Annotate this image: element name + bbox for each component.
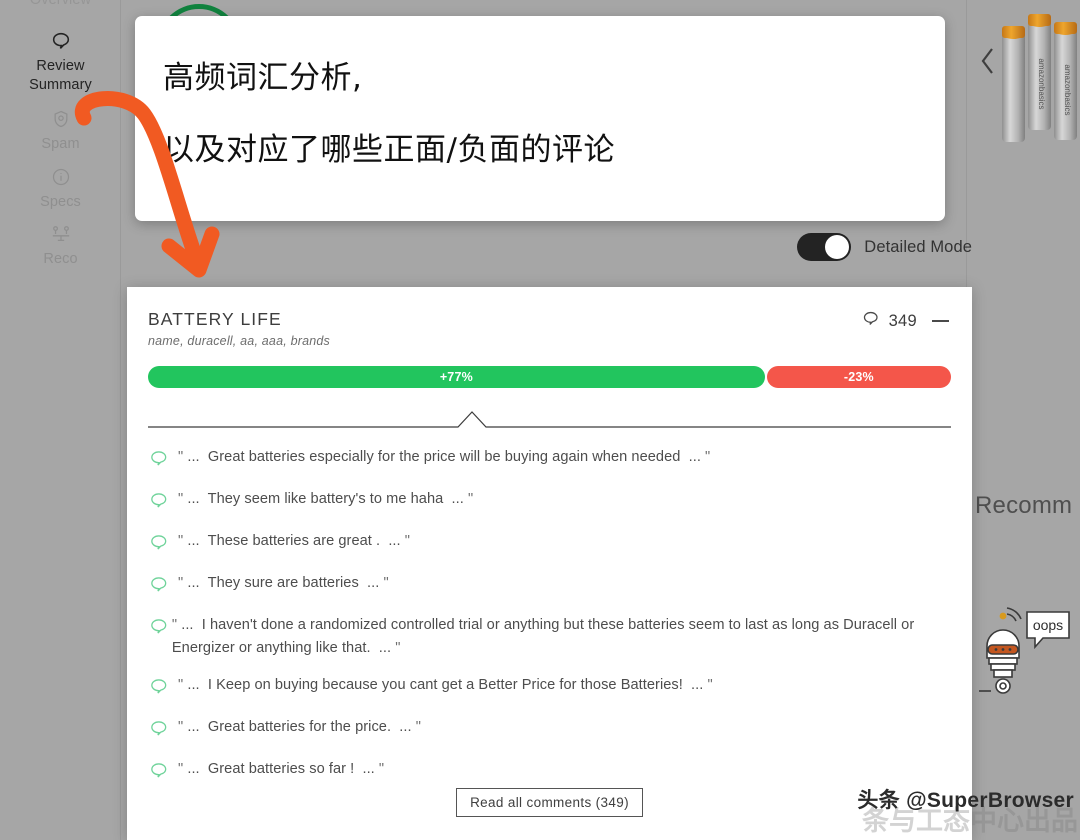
sidebar-item-specs[interactable]: Specs xyxy=(0,158,121,218)
quote-row[interactable]: " ... Great batteries so far ! ... " xyxy=(148,758,948,786)
quote-text: " ... I Keep on buying because you cant … xyxy=(178,677,713,693)
quote-row[interactable]: " ... Great batteries especially for the… xyxy=(148,446,948,474)
sidebar-item-label: Overview xyxy=(29,0,92,8)
quote-row[interactable]: " ... I haven't done a randomized contro… xyxy=(148,614,948,660)
read-all-comments-button[interactable]: Read all comments (349) xyxy=(456,788,643,817)
quote-list: " ... Great batteries especially for the… xyxy=(127,428,972,786)
quote-row[interactable]: " ... They seem like battery's to me hah… xyxy=(148,488,948,516)
detailed-mode-toggle[interactable] xyxy=(797,233,852,261)
sidebar-item-label: Reco xyxy=(43,251,78,267)
left-sidebar: Overview Review Summary Spam Specs Reco xyxy=(0,0,121,840)
comment-icon xyxy=(148,530,178,558)
quote-text: " ... They seem like battery's to me hah… xyxy=(178,491,474,507)
sidebar-item-label: Review Summary xyxy=(29,58,92,93)
sentiment-positive[interactable]: +77% xyxy=(148,366,765,388)
sidebar-item-label: Specs xyxy=(40,194,81,210)
sidebar-item-label: Spam xyxy=(41,136,80,152)
detailed-mode-row: Detailed Mode xyxy=(797,233,972,261)
watermark: 头条 @SuperBrowser xyxy=(857,789,1074,812)
card-subtitle: name, duracell, aa, aaa, brands xyxy=(148,334,331,348)
sidebar-item-review-summary[interactable]: Review Summary xyxy=(0,22,121,101)
comment-icon xyxy=(148,716,178,744)
quote-text: " ... These batteries are great . ... " xyxy=(178,533,410,549)
divider-with-notch xyxy=(148,410,951,428)
product-image[interactable]: amazonbasics amazonbasics xyxy=(980,6,1080,162)
annotation-line-2: 以及对应了哪些正面/负面的评论 xyxy=(163,132,615,168)
card-meta: 349 xyxy=(861,309,950,333)
comment-icon xyxy=(148,488,178,516)
robot-illustration: oops xyxy=(977,590,1080,700)
battery-life-card: BATTERY LIFE name, duracell, aa, aaa, br… xyxy=(127,287,972,840)
quote-row[interactable]: " ... Great batteries for the price. ...… xyxy=(148,716,948,744)
sentiment-bar: +77% -23% xyxy=(148,366,951,388)
quote-text: " ... Great batteries for the price. ...… xyxy=(178,719,421,735)
comment-icon xyxy=(861,309,880,333)
read-all-wrap: Read all comments (349) xyxy=(127,788,972,817)
svg-text:amazonbasics: amazonbasics xyxy=(1063,64,1072,115)
quote-text: " ... Great batteries especially for the… xyxy=(178,449,711,465)
quote-row[interactable]: " ... I Keep on buying because you cant … xyxy=(148,674,948,702)
scale-icon xyxy=(4,221,117,247)
comment-icon xyxy=(148,674,178,702)
quote-row[interactable]: " ... They sure are batteries ... " xyxy=(148,572,948,600)
app-root: Overview Review Summary Spam Specs Reco … xyxy=(0,0,1080,840)
quote-row[interactable]: " ... These batteries are great . ... " xyxy=(148,530,948,558)
detailed-mode-label: Detailed Mode xyxy=(864,237,972,256)
svg-text:amazonbasics: amazonbasics xyxy=(1037,58,1046,109)
info-icon xyxy=(4,164,117,190)
sentiment-negative[interactable]: -23% xyxy=(766,366,951,388)
comment-count: 349 xyxy=(888,311,917,330)
quote-text: " ... They sure are batteries ... " xyxy=(178,575,389,591)
quote-text: " ... Great batteries so far ! ... " xyxy=(178,761,385,777)
right-product-panel: amazonbasics amazonbasics Recomm oops xyxy=(966,0,1080,840)
sidebar-item-overview[interactable]: Overview xyxy=(0,0,121,10)
sidebar-item-spam[interactable]: Spam xyxy=(0,100,121,160)
comment-icon xyxy=(148,614,172,642)
toggle-knob xyxy=(825,235,850,259)
card-title: BATTERY LIFE xyxy=(148,309,282,329)
recommendation-heading: Recomm xyxy=(975,492,1073,519)
comment-icon xyxy=(148,758,178,786)
comment-icon xyxy=(148,572,178,600)
comment-icon xyxy=(4,28,117,54)
annotation-callout: 高频词汇分析, 以及对应了哪些正面/负面的评论 xyxy=(135,16,945,221)
shield-icon xyxy=(4,106,117,132)
robot-bubble-text: oops xyxy=(1033,617,1063,633)
comment-icon xyxy=(148,446,178,474)
minus-icon[interactable] xyxy=(932,312,950,330)
annotation-line-1: 高频词汇分析, xyxy=(163,60,363,96)
card-header: BATTERY LIFE name, duracell, aa, aaa, br… xyxy=(127,287,972,348)
quote-text: " ... I haven't done a randomized contro… xyxy=(171,617,915,656)
sidebar-item-reco[interactable]: Reco xyxy=(0,215,121,275)
